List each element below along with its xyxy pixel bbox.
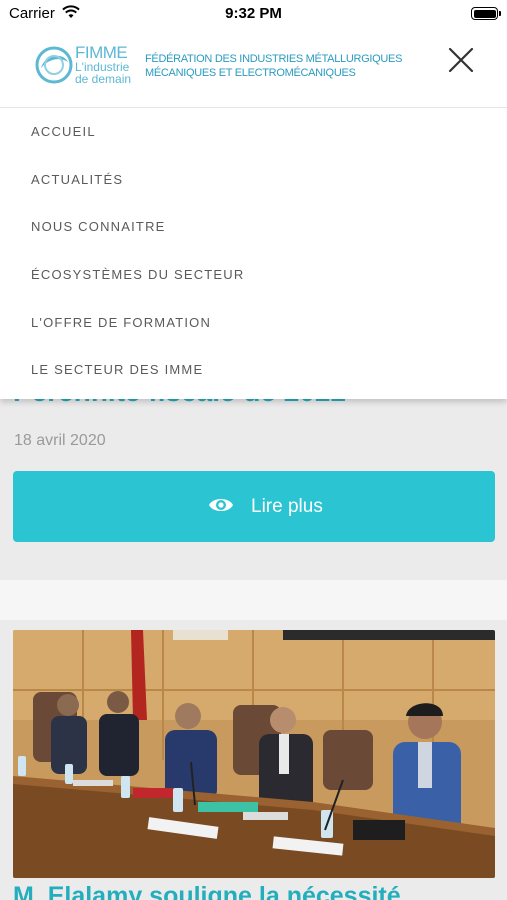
card-separator <box>0 580 507 620</box>
close-icon <box>448 47 474 73</box>
fimme-logo[interactable]: FIMME L'industrie de demain <box>35 44 135 90</box>
menu-item-ecosystemes[interactable]: ÉCOSYSTÈMES DU SECTEUR <box>31 267 245 282</box>
article-card: M. Elalamy souligne la nécessité <box>0 620 507 900</box>
logo-line1: FIMME <box>75 43 128 62</box>
article-photo[interactable] <box>13 630 495 878</box>
article-title[interactable]: M. Elalamy souligne la nécessité <box>13 882 401 900</box>
article-date: 18 avril 2020 <box>14 432 106 449</box>
federation-name: FÉDÉRATION DES INDUSTRIES MÉTALLURGIQUES… <box>145 52 402 80</box>
battery-icon <box>471 7 501 20</box>
read-more-button[interactable]: Lire plus <box>13 471 495 542</box>
app-header: FIMME L'industrie de demain FÉDÉRATION D… <box>0 30 507 108</box>
close-menu-button[interactable] <box>445 44 477 76</box>
federation-line2: MÉCANIQUES ET ELECTROMÉCANIQUES <box>145 67 356 79</box>
status-time: 9:32 PM <box>225 5 282 22</box>
logo-swirl-icon <box>35 46 73 84</box>
menu-item-actualites[interactable]: ACTUALITÉS <box>31 172 123 187</box>
status-bar: Carrier 9:32 PM <box>0 0 507 30</box>
menu-item-offre-formation[interactable]: L'OFFRE DE FORMATION <box>31 315 211 330</box>
menu-item-nous-connaitre[interactable]: NOUS CONNAITRE <box>31 219 166 234</box>
read-more-label: Lire plus <box>251 496 323 517</box>
federation-line1: FÉDÉRATION DES INDUSTRIES MÉTALLURGIQUES <box>145 53 403 65</box>
menu-item-accueil[interactable]: ACCUEIL <box>31 124 96 139</box>
logo-line3: de demain <box>75 72 132 86</box>
menu-item-secteur-imme[interactable]: LE SECTEUR DES IMME <box>31 362 203 377</box>
logo-text: FIMME L'industrie de demain <box>75 44 131 85</box>
nav-menu: ACCUEIL ACTUALITÉS NOUS CONNAITRE ÉCOSYS… <box>0 108 507 399</box>
eye-icon <box>209 499 233 511</box>
